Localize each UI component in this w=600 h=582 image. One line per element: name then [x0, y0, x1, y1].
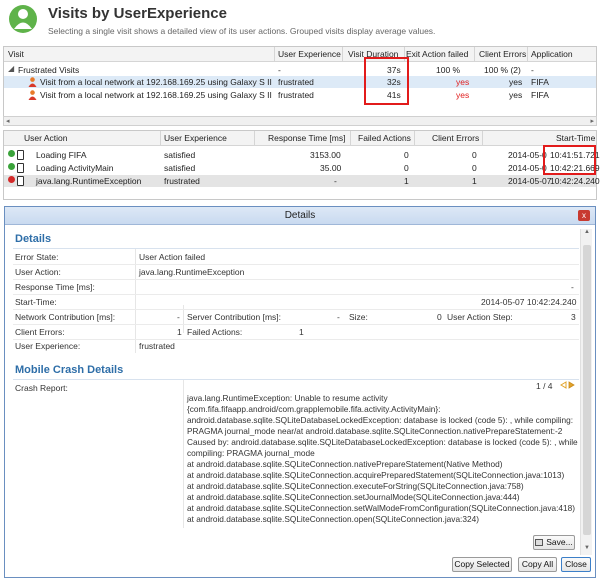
status-error-icon	[8, 176, 15, 183]
status-ok-icon	[8, 150, 15, 157]
details-heading: Details	[15, 233, 52, 245]
close-icon[interactable]: x	[578, 210, 590, 221]
mobile-device-icon	[17, 150, 24, 160]
scroll-thumb[interactable]	[583, 245, 591, 535]
col-action-user-experience[interactable]: User Experience	[164, 133, 227, 143]
close-button[interactable]: Close	[561, 557, 591, 572]
next-page-icon[interactable]	[568, 381, 577, 389]
visit-table-header: Visit User Experience Visit Duration Exi…	[4, 47, 596, 62]
visit-table: Visit User Experience Visit Duration Exi…	[3, 46, 597, 124]
scroll-up-icon[interactable]: ▲	[581, 229, 593, 239]
action-row[interactable]: Loading ActivityMain satisfied 35.00 0 0…	[4, 162, 600, 174]
user-experience-icon	[9, 5, 37, 33]
start-time-value: 2014-05-07 10:42:24.240	[481, 297, 577, 307]
dialog-title: Details	[284, 210, 316, 221]
error-state-value: User Action failed	[139, 252, 206, 262]
user-experience-value: frustrated	[139, 341, 175, 351]
user-action-table-header: User Action User Experience Response Tim…	[4, 131, 596, 146]
frustrated-user-icon	[28, 90, 37, 100]
crash-heading: Mobile Crash Details	[15, 364, 124, 376]
group-label: Frustrated Visits	[18, 65, 80, 75]
scroll-left-icon[interactable]: ◂	[6, 117, 10, 125]
visit-row[interactable]: Visit from a local network at 192.168.16…	[4, 76, 596, 88]
page-header: Visits by UserExperience Selecting a sin…	[0, 0, 600, 42]
col-response-time[interactable]: Response Time [ms]	[268, 133, 345, 143]
col-user-action[interactable]: User Action	[24, 133, 67, 143]
col-failed-actions[interactable]: Failed Actions	[358, 133, 411, 143]
dialog-titlebar[interactable]: Details x	[5, 207, 595, 225]
col-user-experience[interactable]: User Experience	[278, 49, 341, 59]
col-action-client-errors[interactable]: Client Errors	[432, 133, 479, 143]
action-row[interactable]: Loading FIFA satisfied 3153.00 0 0 2014-…	[4, 149, 600, 161]
col-application[interactable]: Application	[531, 49, 573, 59]
mobile-device-icon	[17, 163, 24, 173]
previous-page-icon[interactable]	[558, 381, 567, 389]
user-action-table: User Action User Experience Response Tim…	[3, 130, 600, 200]
col-client-errors[interactable]: Client Errors	[479, 49, 526, 59]
visit-table-hscrollbar[interactable]: ◂ ▸	[3, 116, 597, 126]
visit-row[interactable]: Visit from a local network at 192.168.16…	[4, 89, 596, 101]
page-subtitle: Selecting a single visit shows a detaile…	[48, 26, 436, 36]
page-title: Visits by UserExperience	[48, 5, 227, 22]
col-exit-action-failed[interactable]: Exit Action failed	[406, 49, 468, 59]
response-time-value: -	[571, 282, 574, 292]
start-time-highlight-box	[543, 145, 596, 175]
save-button[interactable]: Save...	[533, 535, 575, 550]
mobile-device-icon	[17, 176, 24, 186]
crash-report-text[interactable]: java.lang.RuntimeException: Unable to re…	[187, 393, 578, 543]
dialog-vscrollbar[interactable]: ▲ ▼	[580, 229, 592, 555]
copy-selected-button[interactable]: Copy Selected	[452, 557, 512, 572]
visit-group-row[interactable]: ◢ Frustrated Visits - 37s 100 % 100 % (2…	[4, 64, 596, 76]
action-row-selected[interactable]: java.lang.RuntimeException frustrated - …	[4, 175, 600, 187]
frustrated-user-icon	[28, 77, 37, 87]
details-dialog: Details x Details Error State: User Acti…	[4, 206, 596, 578]
expand-arrow-icon[interactable]: ◢	[8, 64, 14, 73]
col-start-time[interactable]: Start-Time	[556, 133, 595, 143]
copy-all-button[interactable]: Copy All	[518, 557, 557, 572]
status-ok-icon	[8, 163, 15, 170]
col-visit[interactable]: Visit	[8, 49, 24, 59]
scroll-down-icon[interactable]: ▼	[581, 545, 593, 555]
duration-highlight-box	[364, 57, 409, 105]
save-icon	[535, 539, 544, 546]
crash-pager: 1 / 4	[536, 381, 575, 391]
scroll-right-icon[interactable]: ▸	[590, 117, 594, 125]
user-action-value: java.lang.RuntimeException	[139, 267, 245, 277]
